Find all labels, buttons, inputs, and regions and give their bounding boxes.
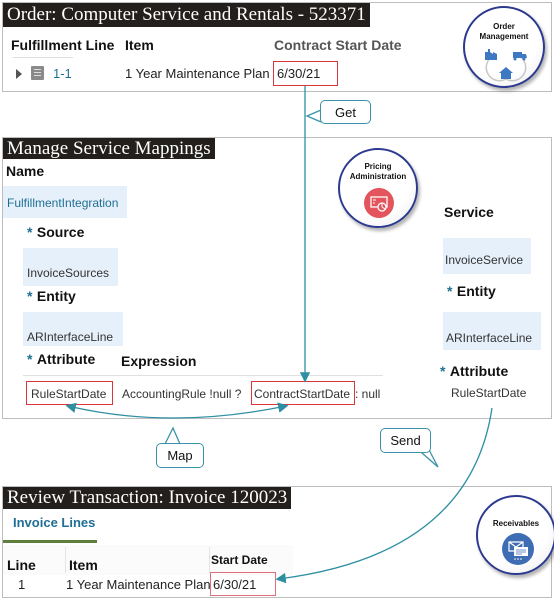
rule-start-date-highlight	[26, 381, 113, 405]
col-fulfillment-line: Fulfillment Line	[11, 37, 115, 53]
attribute-label-text: Attribute	[36, 351, 96, 367]
source-label: * Source	[27, 224, 84, 242]
badge-label-line1: Receivables	[492, 519, 540, 528]
contract-start-date-highlight	[251, 381, 355, 405]
badge-label-line1: Pricing	[364, 162, 392, 171]
mapping-title: Manage Service Mappings	[3, 138, 215, 159]
attribute-label: * Attribute	[27, 351, 95, 369]
service-label: Service	[444, 204, 494, 220]
invoice-envelope-icon	[502, 533, 534, 565]
target-entity-value[interactable]: ARInterfaceLine	[446, 331, 532, 345]
get-callout-tail	[305, 109, 322, 123]
entity-label-text: Entity	[36, 288, 76, 304]
col-item: Item	[125, 37, 154, 53]
col-line: Line	[7, 557, 36, 573]
target-attribute-value[interactable]: RuleStartDate	[451, 386, 526, 400]
invoice-lines-tab[interactable]: Invoice Lines	[13, 515, 95, 530]
fulfillment-line-link[interactable]: 1-1	[53, 66, 72, 81]
target-attribute-label: * Attribute	[440, 363, 508, 381]
col-item: Item	[69, 557, 98, 573]
column-divider	[65, 547, 66, 573]
required-mark: *	[440, 363, 446, 379]
target-attribute-label-text: Attribute	[449, 363, 509, 379]
entity-label: * Entity	[27, 288, 76, 306]
header-underline	[13, 57, 73, 58]
badge-label-line2: Management	[479, 32, 529, 41]
map-callout: Map	[156, 443, 204, 468]
mapping-panel: Manage Service Mappings Name Fulfillment…	[2, 137, 552, 419]
required-mark: *	[447, 283, 453, 299]
name-value-link[interactable]: FulfillmentIntegration	[7, 196, 118, 210]
contract-date-highlight	[273, 61, 338, 86]
tab-underline	[3, 540, 97, 543]
invoice-line-number: 1	[18, 577, 26, 592]
invoice-item: 1 Year Maintenance Plan	[66, 577, 211, 592]
required-mark: *	[27, 288, 33, 304]
badge-label-line2: Administration	[349, 172, 407, 181]
start-date-highlight	[210, 572, 276, 596]
factory-truck-home-icon	[485, 49, 527, 82]
entity-value[interactable]: ARInterfaceLine	[27, 330, 113, 344]
order-item: 1 Year Maintenance Plan	[125, 66, 270, 81]
required-mark: *	[27, 224, 33, 240]
required-mark: *	[27, 351, 33, 367]
service-value[interactable]: InvoiceService	[445, 253, 523, 267]
expand-triangle-icon[interactable]	[16, 69, 22, 79]
source-value[interactable]: InvoiceSources	[27, 266, 109, 280]
invoice-panel: Review Transaction: Invoice 120023 Invoi…	[2, 486, 554, 598]
column-divider	[209, 547, 210, 573]
col-contract-start-date: Contract Start Date	[274, 37, 402, 53]
col-start-date: Start Date	[211, 553, 268, 567]
receivables-badge: Receivables	[476, 495, 554, 575]
expression-divider	[23, 375, 383, 376]
map-callout-tail	[164, 426, 181, 445]
send-callout: Send	[380, 428, 431, 453]
line-details-icon[interactable]	[31, 66, 44, 80]
badge-label-line1: Order	[493, 22, 515, 31]
order-title: Order: Computer Service and Rentals - 52…	[3, 3, 370, 27]
expression-prefix: AccountingRule !null ?	[122, 387, 242, 401]
invoice-title: Review Transaction: Invoice 120023	[3, 487, 292, 509]
get-callout: Get	[320, 100, 371, 124]
order-panel: Order: Computer Service and Rentals - 52…	[2, 2, 552, 92]
pricing-administration-badge: Pricing Administration	[338, 148, 418, 228]
order-management-badge: Order Management	[463, 6, 545, 88]
expression-label: Expression	[121, 353, 197, 369]
pricing-icon	[364, 188, 394, 218]
name-label: Name	[6, 163, 45, 179]
source-label-text: Source	[36, 224, 85, 240]
target-entity-label-text: Entity	[456, 283, 496, 299]
expression-suffix: : null	[355, 387, 381, 401]
target-entity-label: * Entity	[447, 283, 496, 301]
